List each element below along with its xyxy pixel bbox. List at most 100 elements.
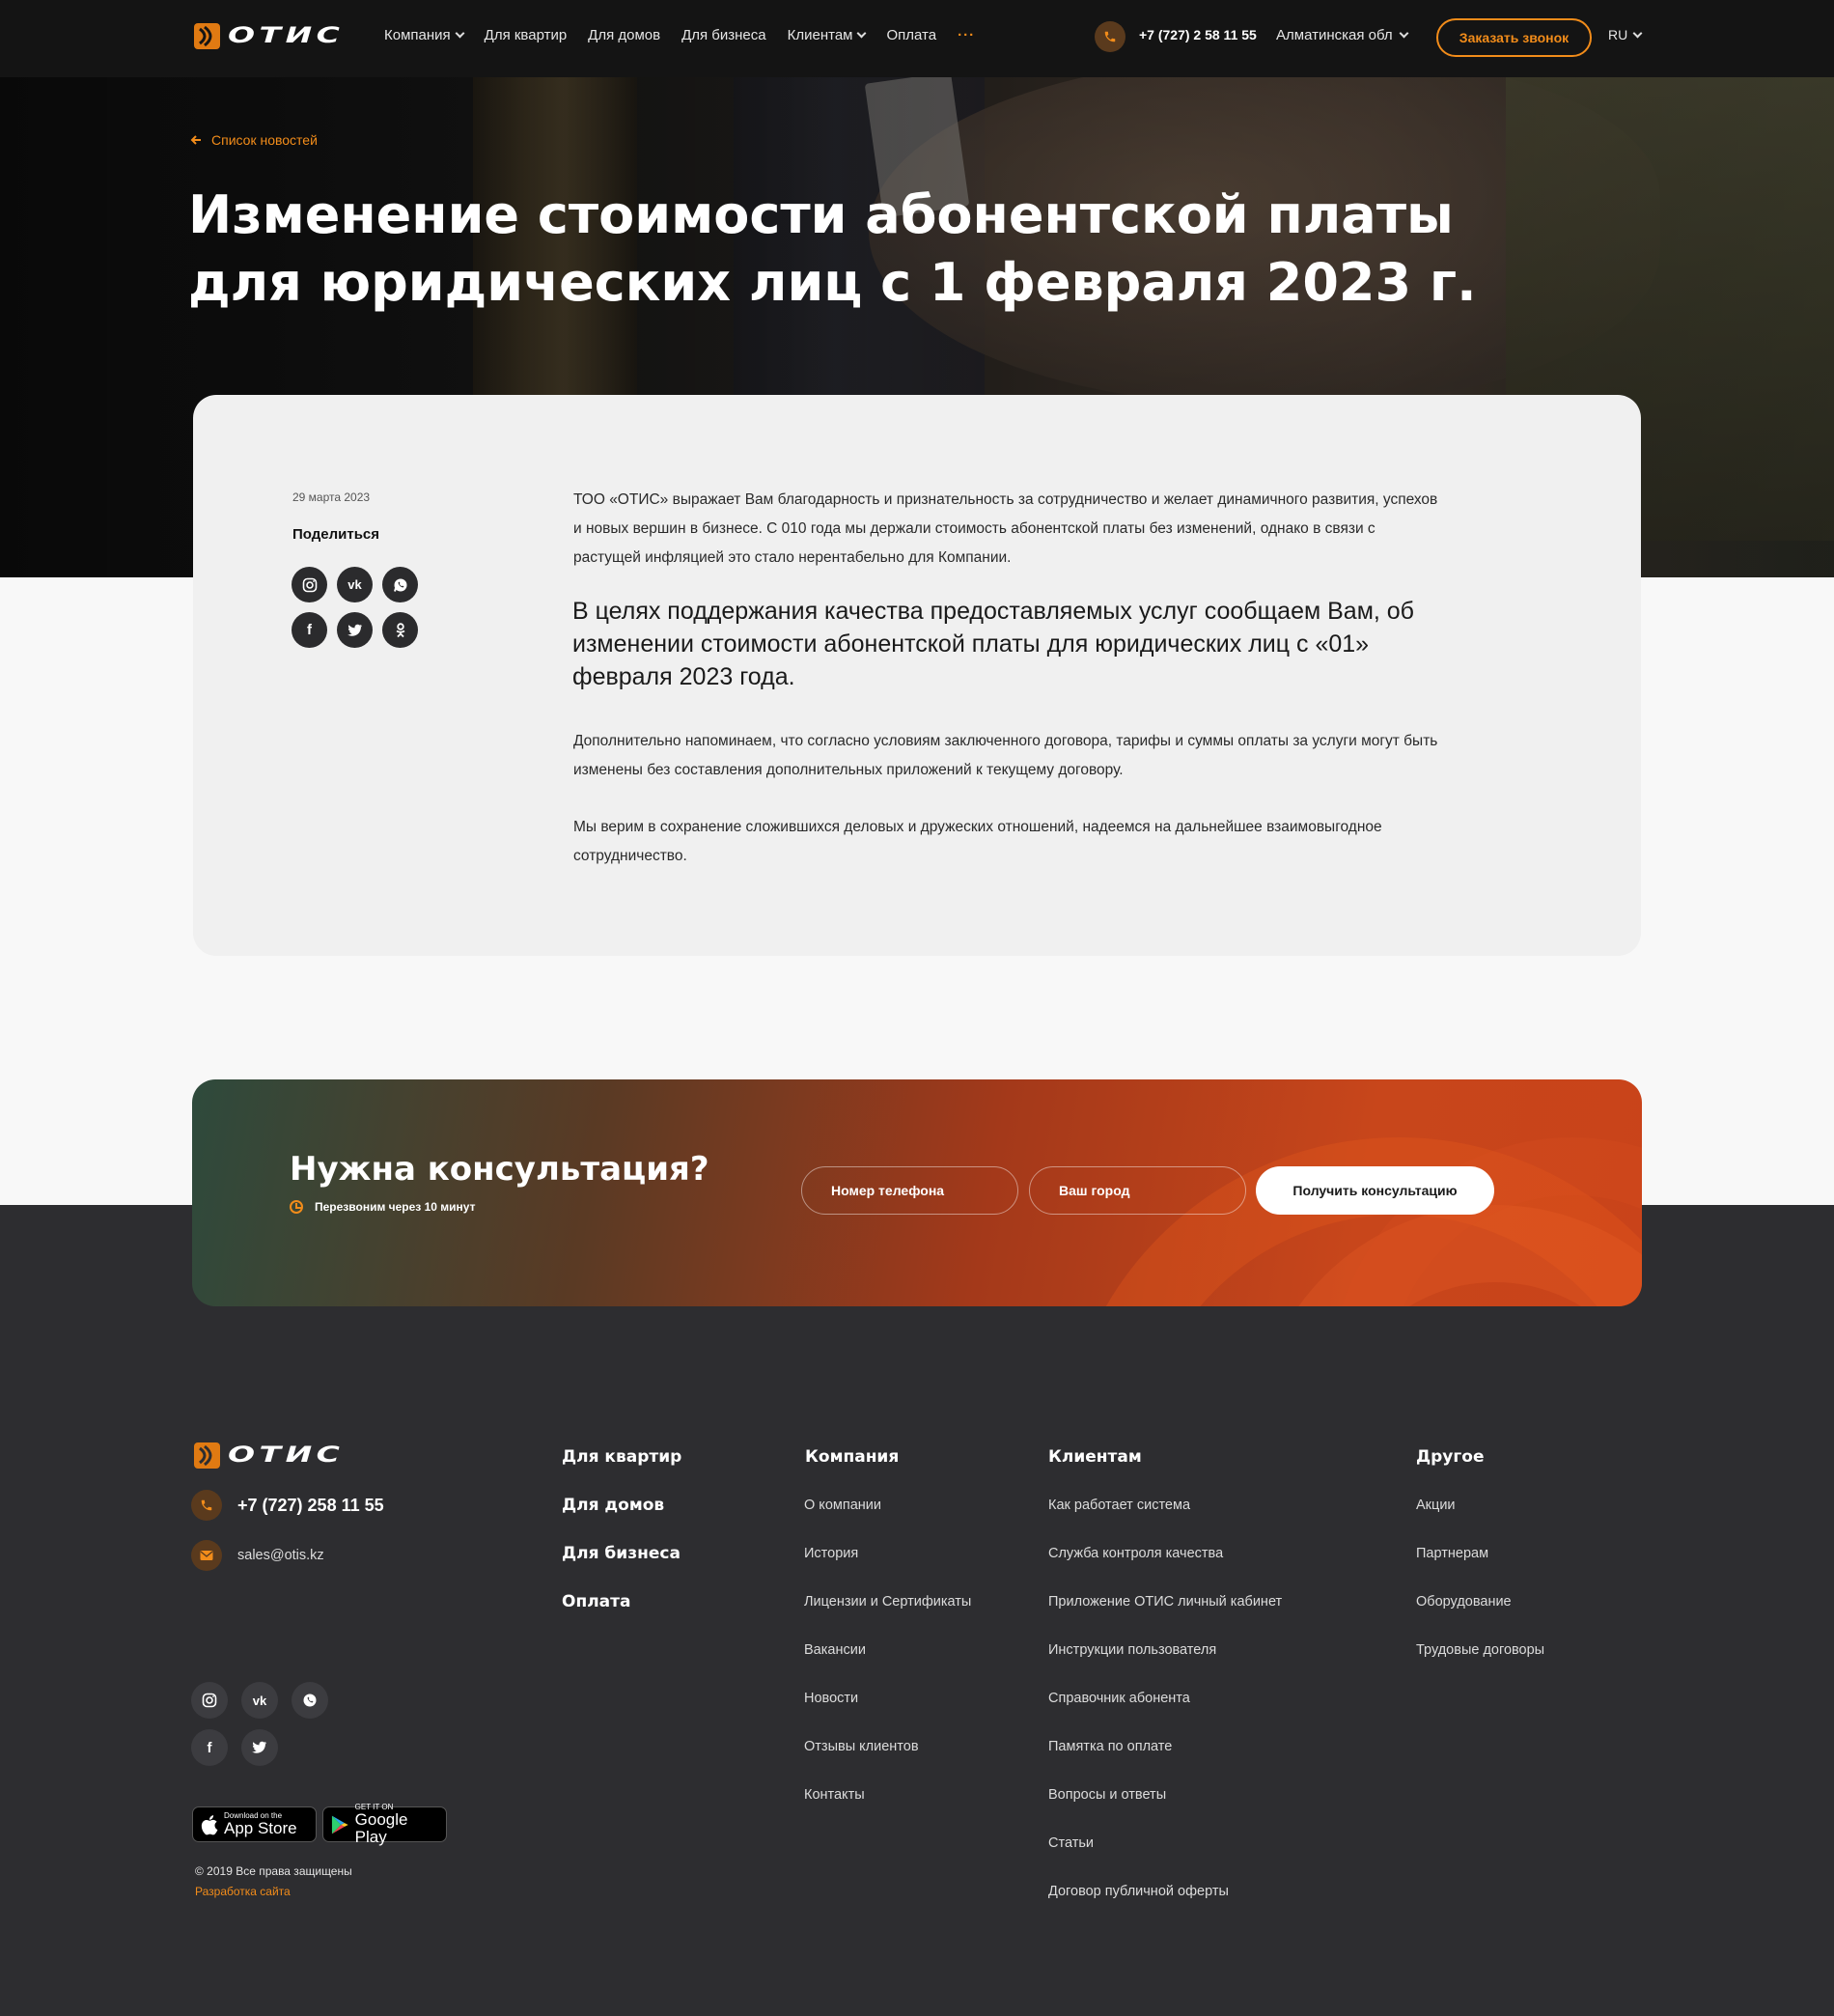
language-select[interactable]: RU bbox=[1608, 27, 1643, 42]
footer-link[interactable]: Памятка по оплате bbox=[1048, 1739, 1172, 1754]
whatsapp-icon[interactable] bbox=[382, 567, 418, 602]
footer-phone-text: +7 (727) 258 11 55 bbox=[237, 1495, 384, 1515]
footer-link-houses[interactable]: Для домов bbox=[562, 1496, 664, 1515]
google-play-badge[interactable]: GET IT ON Google Play bbox=[322, 1803, 447, 1845]
nav-item-houses[interactable]: Для домов bbox=[588, 27, 660, 43]
consultation-banner: Нужна консультация? Перезвоним через 10 … bbox=[192, 1079, 1642, 1306]
city-input[interactable]: Ваш город bbox=[1029, 1166, 1246, 1215]
footer-link[interactable]: Новости bbox=[804, 1691, 858, 1706]
footer-link[interactable]: Приложение ОТИС личный кабинет bbox=[1048, 1594, 1282, 1610]
footer-link[interactable]: Инструкции пользователя bbox=[1048, 1642, 1216, 1658]
footer-col-clients-title: Клиентам bbox=[1048, 1447, 1142, 1467]
instagram-icon[interactable] bbox=[191, 1682, 228, 1719]
article-lead: В целях поддержания качества предоставля… bbox=[572, 598, 1414, 690]
phone-icon[interactable] bbox=[1095, 21, 1125, 52]
footer-link-payment[interactable]: Оплата bbox=[562, 1592, 630, 1611]
logo-mark-icon bbox=[194, 23, 220, 49]
footer-link[interactable]: Договор публичной оферты bbox=[1048, 1884, 1229, 1899]
footer-link[interactable]: Вакансии bbox=[804, 1642, 866, 1658]
footer-link[interactable]: Статьи bbox=[1048, 1835, 1094, 1851]
back-to-news-link[interactable]: Список новостей bbox=[190, 132, 318, 148]
footer-link[interactable]: Лицензии и Сертификаты bbox=[804, 1594, 971, 1610]
order-call-button[interactable]: Заказать звонок bbox=[1436, 18, 1592, 57]
page-title: Изменение стоимости абонентской платы дл… bbox=[188, 182, 1540, 317]
article-paragraph: Дополнительно напоминаем, что согласно у… bbox=[573, 733, 1438, 778]
consultation-title: Нужна консультация? bbox=[290, 1150, 709, 1189]
google-play-icon bbox=[331, 1815, 348, 1834]
apple-icon bbox=[201, 1814, 218, 1834]
subtitle-text: Перезвоним через 10 минут bbox=[315, 1200, 476, 1214]
nav-label: Для бизнеса bbox=[681, 27, 766, 43]
facebook-icon[interactable]: f bbox=[191, 1729, 228, 1766]
chevron-down-icon bbox=[857, 28, 867, 39]
footer-col-other-title: Другое bbox=[1416, 1447, 1485, 1467]
title-line-1: Изменение стоимости абонентской платы bbox=[188, 184, 1454, 245]
share-title: Поделиться bbox=[292, 526, 380, 543]
footer-phone[interactable]: +7 (727) 258 11 55 bbox=[191, 1490, 384, 1521]
logo-text: ОТИС bbox=[228, 1443, 345, 1468]
nav-label: Для домов bbox=[588, 27, 661, 43]
nav-label: Оплата bbox=[886, 27, 937, 43]
footer-email[interactable]: sales@otis.kz bbox=[191, 1540, 324, 1571]
footer-link[interactable]: Вопросы и ответы bbox=[1048, 1787, 1166, 1803]
app-store-badge[interactable]: Download on the App Store bbox=[192, 1806, 317, 1842]
nav-item-apartments[interactable]: Для квартир bbox=[485, 27, 568, 43]
footer-link[interactable]: Контакты bbox=[804, 1787, 865, 1803]
footer-link[interactable]: Справочник абонента bbox=[1048, 1691, 1190, 1706]
mail-icon bbox=[191, 1540, 222, 1571]
whatsapp-icon[interactable] bbox=[292, 1682, 328, 1719]
footer-link[interactable]: Отзывы клиентов bbox=[804, 1739, 919, 1754]
nav-item-clients[interactable]: Клиентам bbox=[787, 27, 867, 43]
article-card: 29 марта 2023 Поделиться vk f ТОО «ОТИС»… bbox=[193, 395, 1641, 956]
chevron-down-icon bbox=[1632, 28, 1643, 38]
main-nav: Компания Для квартир Для домов Для бизне… bbox=[384, 27, 975, 43]
clock-icon bbox=[290, 1200, 303, 1214]
more-menu-icon[interactable]: ··· bbox=[958, 27, 975, 43]
footer-link[interactable]: Трудовые договоры bbox=[1416, 1642, 1544, 1658]
title-line-2: для юридических лиц с 1 февраля 2023 г. bbox=[188, 252, 1477, 313]
get-consultation-button[interactable]: Получить консультацию bbox=[1256, 1166, 1494, 1215]
developer-link[interactable]: Разработка сайта bbox=[195, 1885, 291, 1898]
footer-social: vk f bbox=[191, 1682, 346, 1766]
vk-icon[interactable]: vk bbox=[337, 567, 373, 602]
appstore-big-text: App Store bbox=[224, 1818, 297, 1837]
vk-icon[interactable]: vk bbox=[241, 1682, 278, 1719]
article-date: 29 марта 2023 bbox=[292, 490, 371, 504]
header-phone[interactable]: +7 (727) 2 58 11 55 bbox=[1139, 27, 1257, 42]
footer-link-business[interactable]: Для бизнеса bbox=[562, 1544, 681, 1563]
nav-item-business[interactable]: Для бизнеса bbox=[681, 27, 766, 43]
chevron-down-icon bbox=[455, 28, 465, 39]
footer-link[interactable]: О компании bbox=[804, 1498, 881, 1513]
twitter-icon[interactable] bbox=[337, 612, 373, 648]
footer-link-apartments[interactable]: Для квартир bbox=[562, 1447, 681, 1467]
arrow-left-icon bbox=[190, 135, 201, 145]
site-header: ОТИС Компания Для квартир Для домов Для … bbox=[0, 0, 1834, 77]
region-label: Алматинская обл bbox=[1276, 27, 1393, 43]
footer-link[interactable]: Акции bbox=[1416, 1498, 1456, 1513]
nav-label: Компания bbox=[384, 27, 451, 43]
nav-label: Клиентам bbox=[787, 27, 853, 43]
logo-text: ОТИС bbox=[228, 24, 345, 48]
site-logo[interactable]: ОТИС bbox=[194, 23, 340, 49]
footer-link[interactable]: История bbox=[804, 1546, 858, 1561]
nav-item-company[interactable]: Компания bbox=[384, 27, 465, 43]
footer-link[interactable]: Оборудование bbox=[1416, 1594, 1512, 1610]
lang-label: RU bbox=[1608, 27, 1628, 42]
footer-link[interactable]: Партнерам bbox=[1416, 1546, 1488, 1561]
twitter-icon[interactable] bbox=[241, 1729, 278, 1766]
footer-link[interactable]: Как работает система bbox=[1048, 1498, 1190, 1513]
article-paragraph: Мы верим в сохранение сложившихся деловы… bbox=[573, 819, 1382, 864]
footer-col-company-title: Компания bbox=[805, 1447, 900, 1467]
phone-number-input[interactable]: Номер телефона bbox=[801, 1166, 1018, 1215]
back-link-label: Список новостей bbox=[211, 132, 318, 148]
share-buttons: vk f bbox=[292, 567, 427, 648]
instagram-icon[interactable] bbox=[292, 567, 327, 602]
facebook-icon[interactable]: f bbox=[292, 612, 327, 648]
odnoklassniki-icon[interactable] bbox=[382, 612, 418, 648]
nav-item-payment[interactable]: Оплата bbox=[886, 27, 936, 43]
consultation-subtitle: Перезвоним через 10 минут bbox=[290, 1200, 475, 1214]
footer-logo[interactable]: ОТИС bbox=[194, 1442, 340, 1469]
region-select[interactable]: Алматинская обл bbox=[1276, 27, 1409, 43]
copyright: © 2019 Все права защищены bbox=[195, 1864, 352, 1878]
footer-link[interactable]: Служба контроля качества bbox=[1048, 1546, 1223, 1561]
